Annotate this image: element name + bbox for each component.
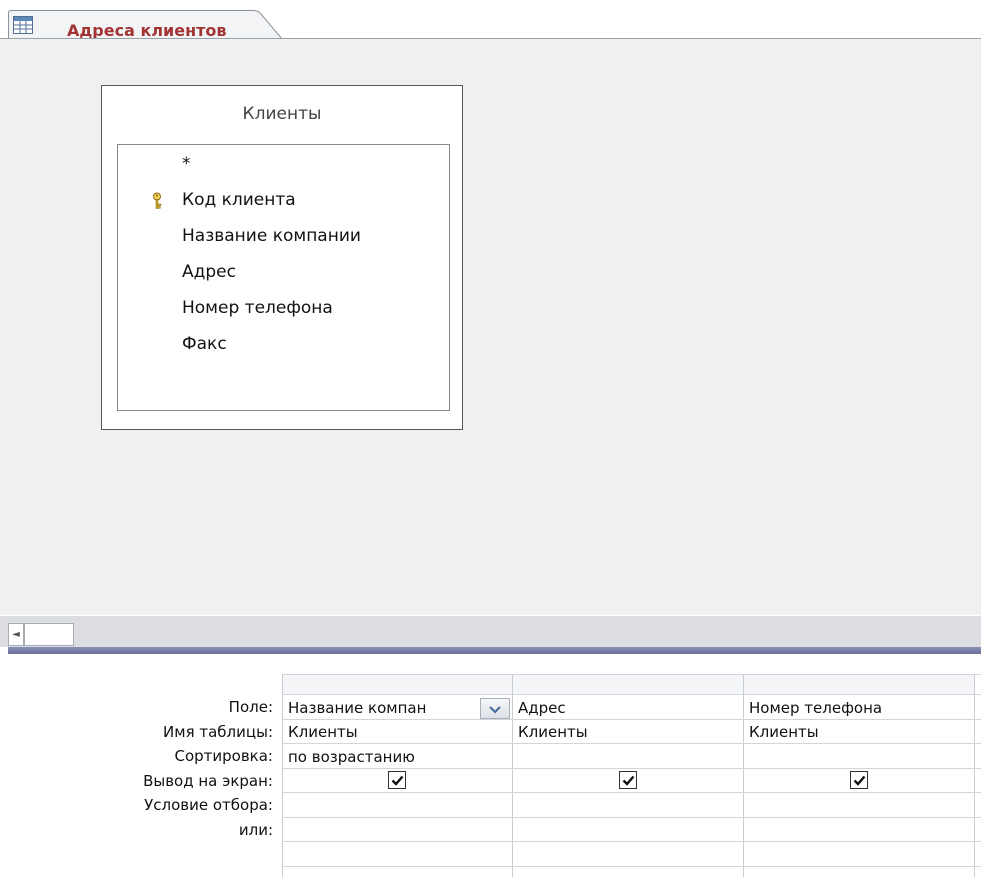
design-horizontal-scrollbar[interactable]: ◄ <box>0 616 981 647</box>
grid-sort-cell-3[interactable] <box>749 748 969 766</box>
field-dropdown-button[interactable] <box>480 698 510 719</box>
grid-sort-cell-1[interactable]: по возрастанию <box>288 748 508 766</box>
grid-field-cell-2[interactable]: Адрес <box>518 699 738 717</box>
field-company-name[interactable]: Название компании <box>182 225 361 247</box>
field-phone-number[interactable]: Номер телефона <box>182 297 333 319</box>
show-checkbox-3[interactable] <box>850 771 868 789</box>
grid-or-cell-3[interactable] <box>744 818 974 841</box>
field-list[interactable]: * Код клиента Название компании Адрес Но… <box>117 144 450 411</box>
grid-field-cell-3[interactable]: Номер телефона <box>749 699 969 717</box>
field-fax[interactable]: Факс <box>182 333 227 355</box>
grid-or-cell-2[interactable] <box>513 818 743 841</box>
grid-field-cell-1[interactable]: Название компан <box>288 699 478 717</box>
table-title: Клиенты <box>242 104 322 124</box>
query-design-grid: Название компан Адрес Номер телефона Кли… <box>282 674 981 877</box>
row-label-table-name: Имя таблицы: <box>163 723 273 741</box>
grid-criteria-cell-3[interactable] <box>744 793 974 817</box>
grid-criteria-cell-2[interactable] <box>513 793 743 817</box>
scroll-left-arrow-icon[interactable]: ◄ <box>8 623 24 646</box>
checkmark-icon <box>622 775 635 786</box>
show-checkbox-1[interactable] <box>388 771 406 789</box>
row-label-or: или: <box>238 821 273 839</box>
table-field-list-window[interactable]: Клиенты * Код клиента Название компании … <box>101 85 463 430</box>
column-selector-3[interactable] <box>744 675 974 694</box>
grid-or-cell-1[interactable] <box>283 818 512 841</box>
tab-title[interactable]: Адреса клиентов <box>67 23 227 39</box>
show-checkbox-2[interactable] <box>619 771 637 789</box>
grid-table-cell-1[interactable]: Клиенты <box>288 723 508 741</box>
checkmark-icon <box>853 775 866 786</box>
field-all[interactable]: * <box>182 153 191 175</box>
pane-splitter[interactable] <box>8 647 981 654</box>
query-icon <box>13 16 33 34</box>
key-icon <box>151 192 163 210</box>
query-grid-area: Поле: Имя таблицы: Сортировка: Вывод на … <box>0 654 981 877</box>
document-tab-strip: Адреса клиентов <box>0 0 981 39</box>
grid-criteria-cell-1[interactable] <box>283 793 512 817</box>
column-selector-1[interactable] <box>283 675 512 694</box>
grid-table-cell-3[interactable]: Клиенты <box>749 723 969 741</box>
chevron-down-icon <box>489 706 501 714</box>
field-address[interactable]: Адрес <box>182 261 236 283</box>
checkmark-icon <box>391 775 404 786</box>
grid-sort-cell-2[interactable] <box>518 748 738 766</box>
field-customer-code[interactable]: Код клиента <box>182 189 296 211</box>
row-label-show: Вывод на экран: <box>143 772 273 790</box>
query-design-area[interactable]: Клиенты * Код клиента Название компании … <box>0 38 981 615</box>
row-label-field: Поле: <box>228 698 273 716</box>
column-selector-2[interactable] <box>513 675 743 694</box>
grid-table-cell-2[interactable]: Клиенты <box>518 723 738 741</box>
row-label-sort: Сортировка: <box>174 747 273 765</box>
scroll-thumb[interactable] <box>24 623 74 646</box>
row-label-criteria: Условие отбора: <box>144 796 273 814</box>
